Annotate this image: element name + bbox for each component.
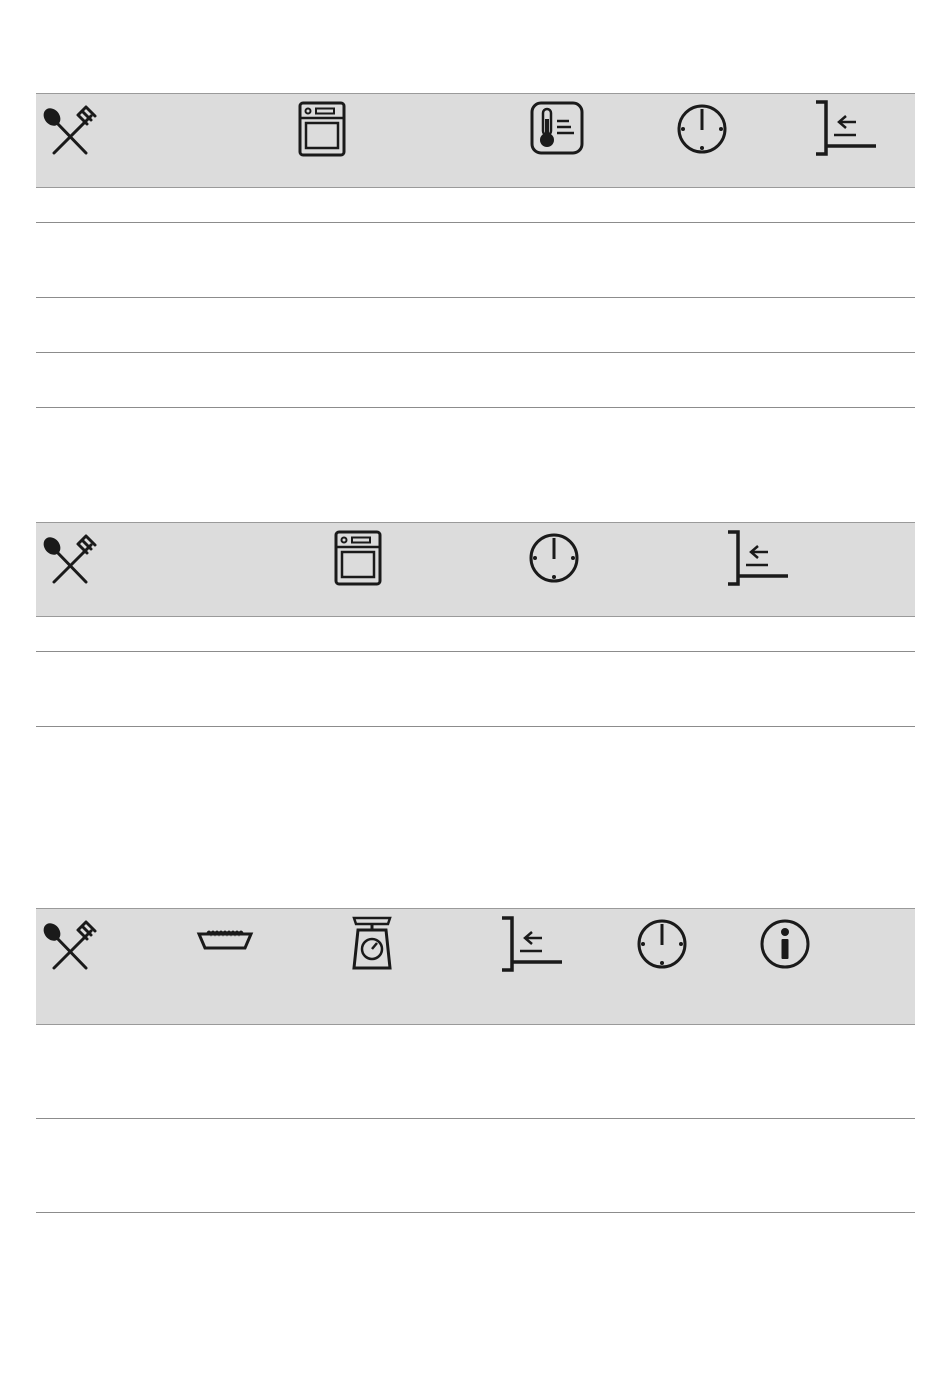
row-divider (36, 651, 915, 652)
kitchen-scale-icon (340, 912, 404, 976)
row-divider (36, 297, 915, 298)
shelf-level-icon (498, 914, 562, 978)
thermometer-icon (526, 97, 590, 161)
info-icon (753, 912, 817, 976)
clock-icon (630, 912, 694, 976)
row-divider (36, 1118, 915, 1119)
row-divider (36, 1212, 915, 1213)
table-1 (36, 93, 915, 408)
cutlery-icon (38, 526, 102, 590)
clock-icon (670, 97, 734, 161)
row-divider (36, 726, 915, 727)
table-3 (36, 908, 915, 1214)
baking-dish-icon (193, 912, 257, 976)
table-header (36, 522, 915, 617)
oven-icon (326, 526, 390, 590)
row-divider (36, 407, 915, 408)
table-header (36, 908, 915, 1025)
shelf-level-icon (724, 528, 788, 592)
shelf-level-icon (812, 98, 876, 162)
oven-icon (290, 97, 354, 161)
table-header (36, 93, 915, 188)
clock-icon (522, 526, 586, 590)
cutlery-icon (38, 97, 102, 161)
cutlery-icon (38, 912, 102, 976)
row-divider (36, 352, 915, 353)
table-2 (36, 522, 915, 727)
row-divider (36, 222, 915, 223)
